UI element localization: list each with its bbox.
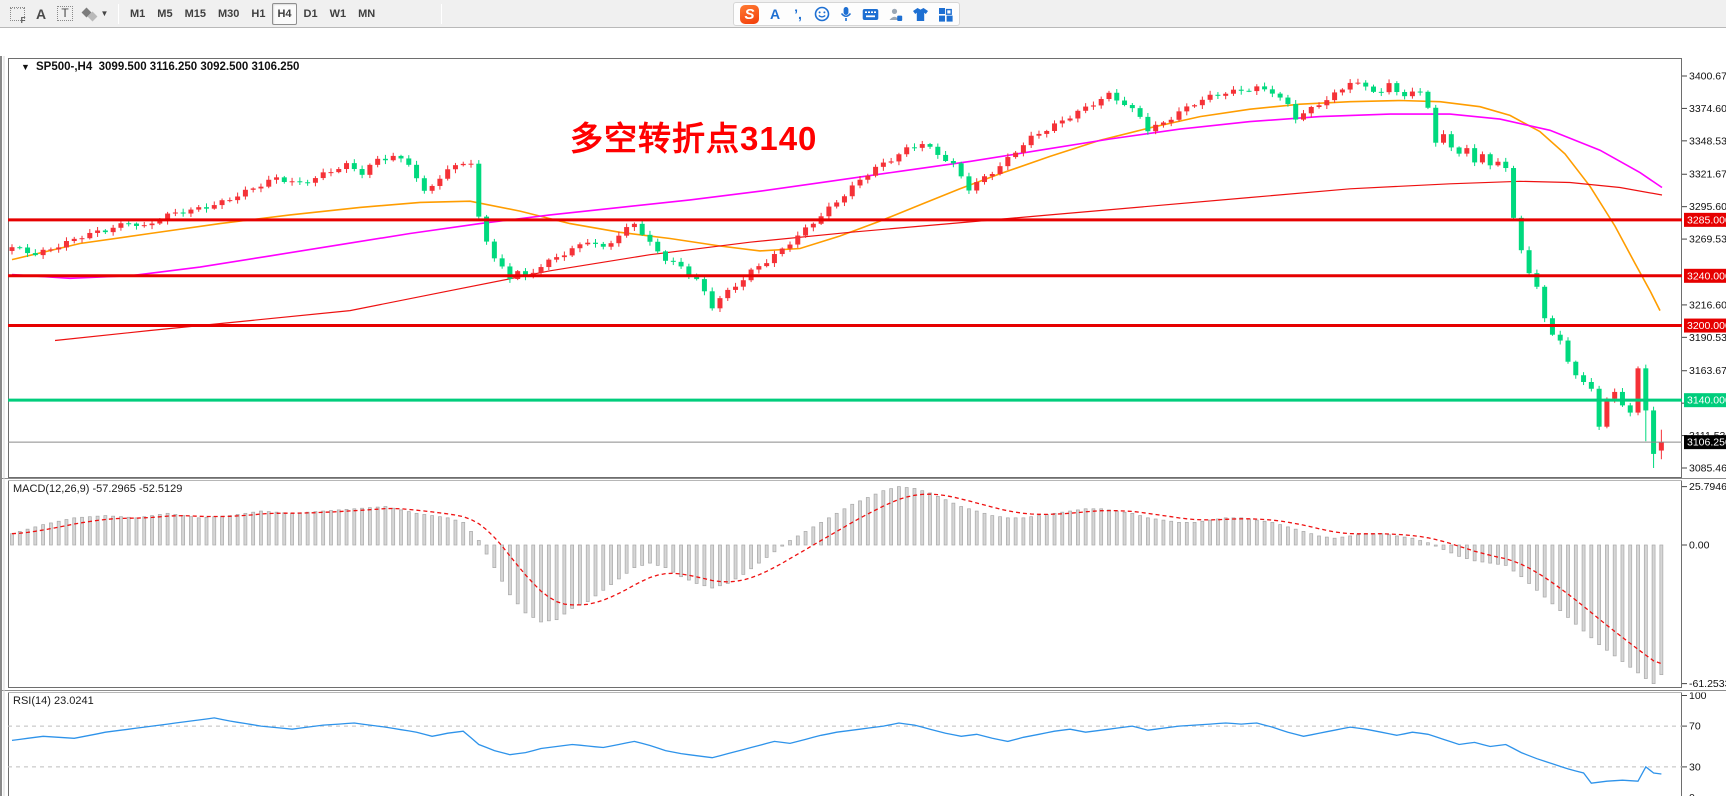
price-tick-label: 3216.600	[1689, 299, 1726, 311]
svg-text:3285.000: 3285.000	[1687, 214, 1726, 226]
toolbar-separator	[118, 4, 119, 24]
price-tick-label: 3190.530	[1689, 332, 1726, 344]
svg-text:3140.000: 3140.000	[1687, 395, 1726, 407]
price-tick-label: 3400.670	[1689, 71, 1726, 83]
svg-text:3106.250: 3106.250	[1687, 437, 1726, 449]
trading-platform-screen: F A T ▼ M1 M5 M15 M30 H1 H4 D1 W1 MN	[0, 0, 1726, 796]
price-tick-label: 3269.530	[1689, 234, 1726, 246]
shapes-icon	[82, 7, 98, 21]
price-tick-label: 3348.530	[1689, 135, 1726, 147]
macd-tick-label: 25.7946	[1689, 481, 1726, 493]
letter-a-icon: A	[36, 6, 46, 22]
font-mode-icon[interactable]: A	[768, 6, 782, 22]
chart-annotation-text: 多空转折点3140	[570, 112, 817, 160]
macd-indicator-label: MACD(12,26,9) -57.2965 -52.5129	[13, 483, 182, 495]
timeframe-group: M1 M5 M15 M30 H1 H4 D1 W1 MN	[124, 0, 381, 28]
symbol-dropdown-icon[interactable]: ▼	[21, 62, 30, 72]
skin-icon[interactable]	[912, 7, 929, 22]
price-tick-label: 3085.460	[1689, 462, 1726, 474]
tf-d1-button[interactable]: D1	[299, 3, 323, 25]
user-permission-icon[interactable]	[888, 7, 903, 22]
svg-text:3200.000: 3200.000	[1687, 320, 1726, 332]
tf-w1-button[interactable]: W1	[325, 3, 352, 25]
price-tick-label: 3163.670	[1689, 365, 1726, 377]
microphone-icon[interactable]	[839, 6, 853, 22]
chart-window[interactable]: 3400.670 3374.600 3348.530 3321.670 3295.600…	[0, 28, 1726, 796]
toolbar-separator	[441, 4, 442, 24]
template-button[interactable]: F	[6, 3, 28, 25]
text-tool-icon: T	[57, 6, 72, 21]
tf-mn-button[interactable]: MN	[353, 3, 380, 25]
rsi-indicator-label: RSI(14) 23.0241	[13, 695, 94, 707]
tf-m30-button[interactable]: M30	[213, 3, 244, 25]
candlestick-chart-canvas[interactable]: 3400.670 3374.600 3348.530 3321.670 3295.600…	[0, 28, 1726, 796]
keyboard-icon[interactable]	[862, 8, 879, 21]
emoji-icon[interactable]	[814, 6, 830, 22]
text-tool-button[interactable]: T	[54, 3, 76, 25]
menu-grid-icon[interactable]	[938, 7, 953, 22]
sogou-logo-icon[interactable]: S	[740, 5, 759, 24]
symbol-ohlc-title: SP500-,H4 3099.500 3116.250 3092.500 310…	[36, 61, 299, 73]
tf-m1-button[interactable]: M1	[125, 3, 150, 25]
chevron-down-icon: ▼	[101, 9, 109, 18]
tf-m15-button[interactable]: M15	[180, 3, 211, 25]
price-tick-label: 3295.600	[1689, 201, 1726, 213]
price-tick-label: 3374.600	[1689, 103, 1726, 115]
tf-m5-button[interactable]: M5	[152, 3, 177, 25]
label-tool-button[interactable]: A	[30, 3, 52, 25]
rsi-tick-label: 0	[1689, 792, 1695, 796]
grid-f-icon: F	[10, 7, 25, 21]
macd-tick-label: -61.2533	[1689, 678, 1726, 690]
price-tick-label: 3321.670	[1689, 169, 1726, 181]
svg-text:3240.000: 3240.000	[1687, 270, 1726, 282]
rsi-tick-label: 30	[1689, 761, 1701, 773]
macd-tick-label: 0.00	[1689, 540, 1710, 552]
tf-h1-button[interactable]: H1	[246, 3, 270, 25]
punctuation-icon[interactable]: ’,	[791, 6, 805, 22]
tf-h4-button[interactable]: H4	[272, 3, 296, 25]
top-toolbar: F A T ▼ M1 M5 M15 M30 H1 H4 D1 W1 MN	[0, 0, 1726, 28]
shapes-dropdown-button[interactable]: ▼	[78, 3, 112, 25]
rsi-tick-label: 70	[1689, 721, 1701, 733]
sogou-input-bar: S A ’,	[733, 2, 960, 26]
